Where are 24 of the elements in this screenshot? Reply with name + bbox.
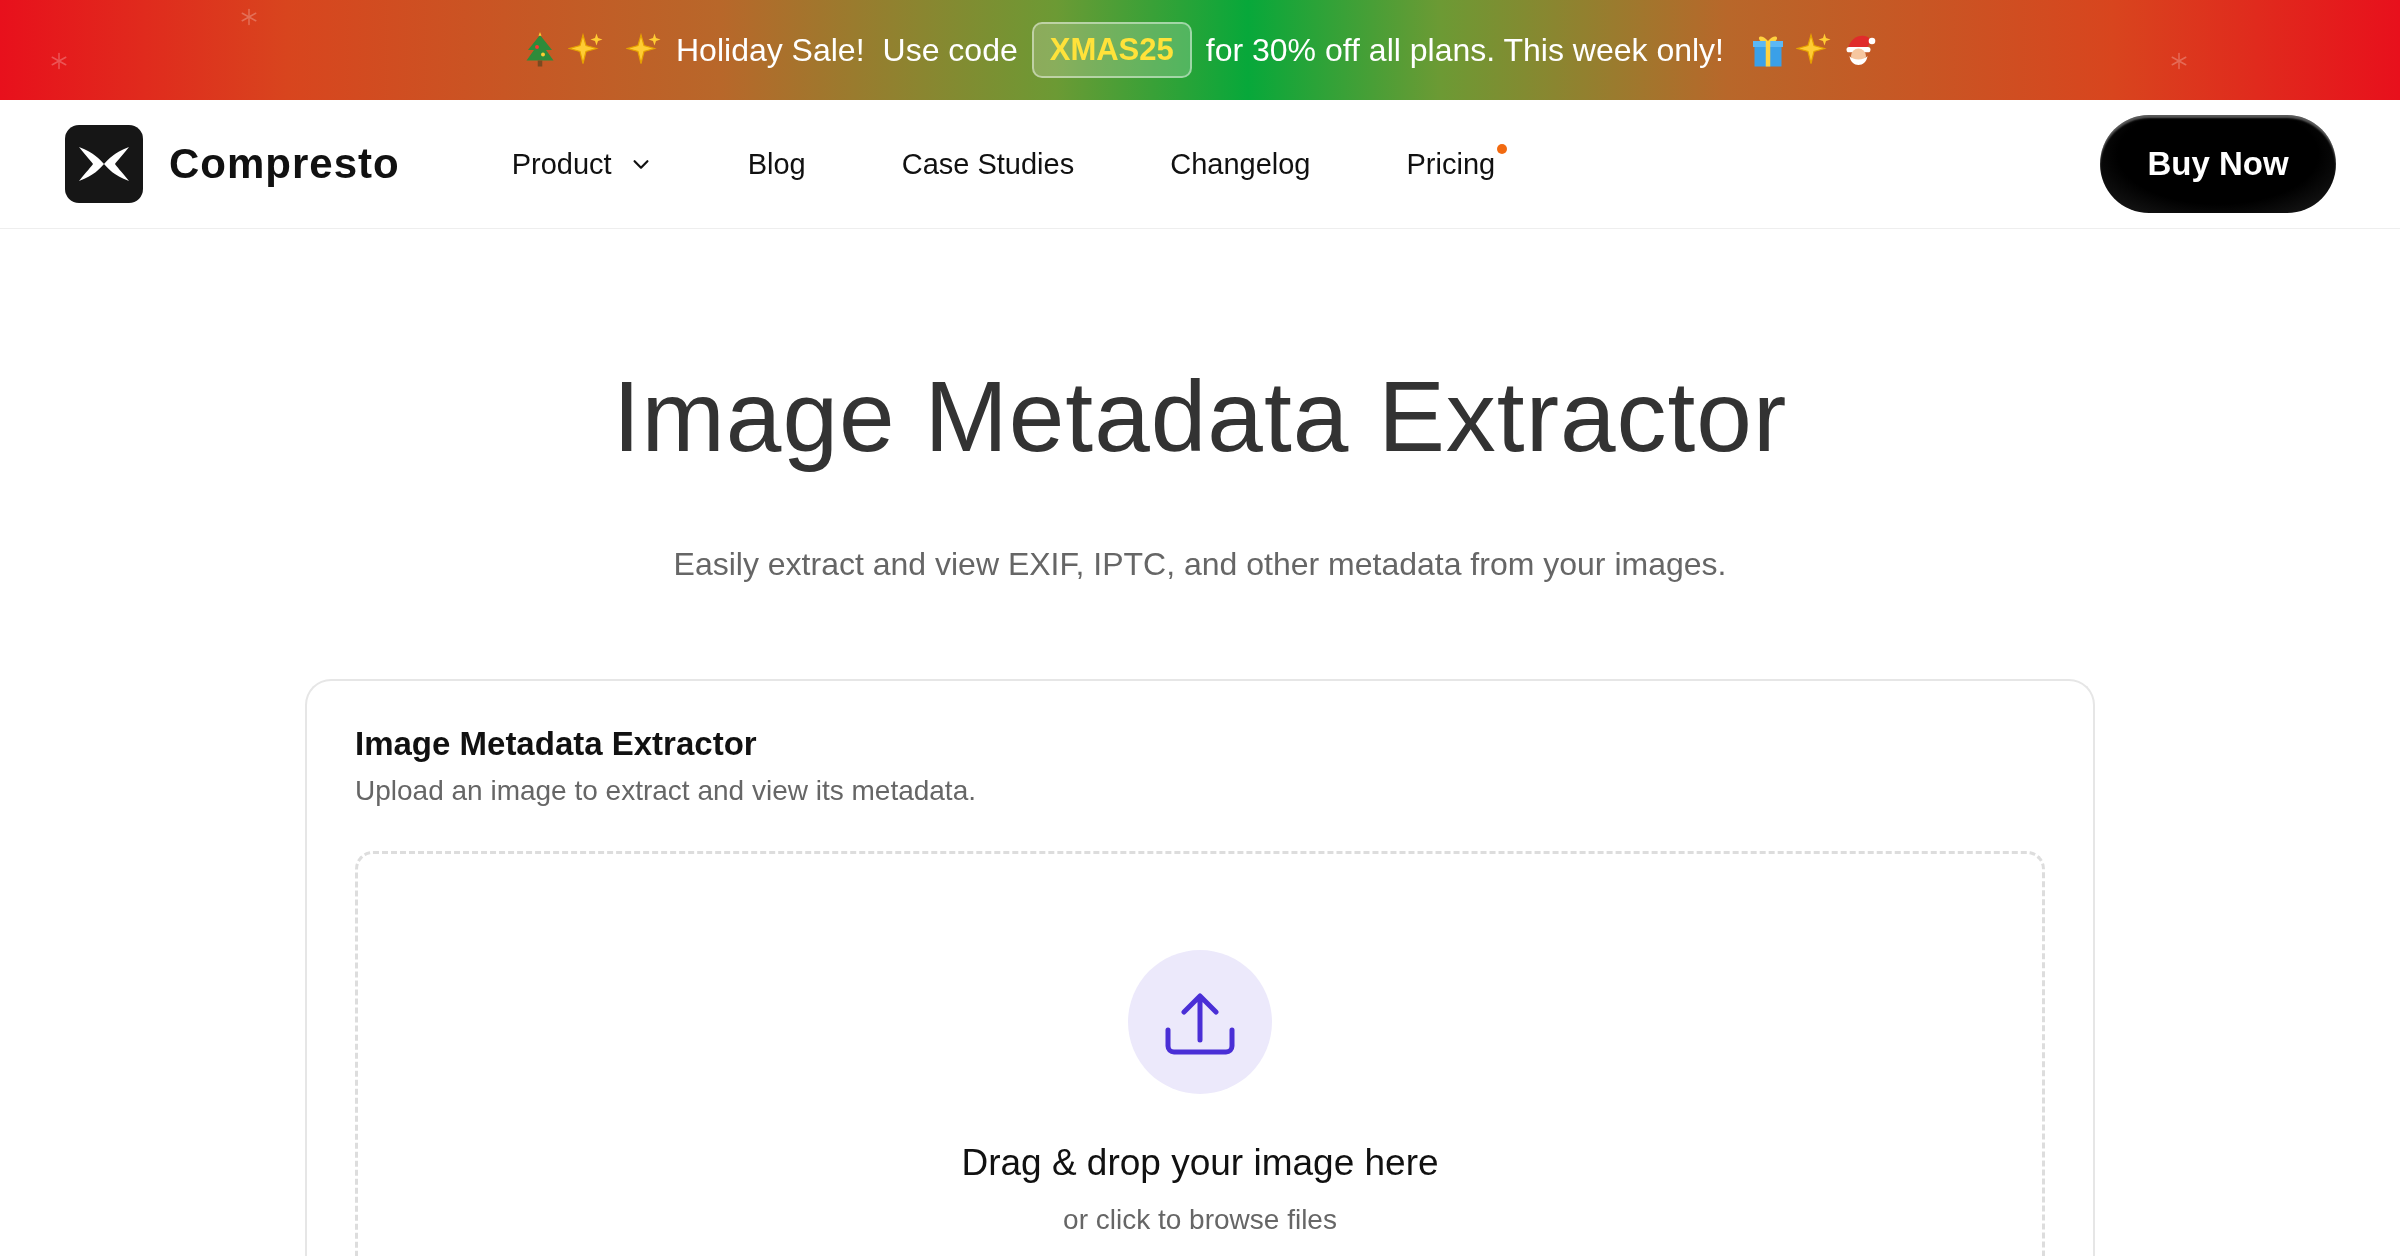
sale-headline: Holiday Sale!: [676, 31, 865, 69]
buy-now-button[interactable]: Buy Now: [2100, 115, 2336, 213]
nav-link[interactable]: Pricing: [1406, 147, 1508, 181]
page-subtitle: Easily extract and view EXIF, IPTC, and other metadata from your images.: [673, 546, 1727, 583]
card-description: Upload an image to extract and view its metadata.: [355, 775, 977, 807]
snowflake-icon: [50, 52, 68, 70]
brand-name: Compresto: [169, 140, 400, 188]
nav-link[interactable]: Product: [511, 147, 652, 181]
card-title: Image Metadata Extractor: [355, 725, 758, 763]
notification-dot: [1497, 143, 1508, 154]
promo-text: Use code: [882, 31, 1018, 69]
page-title: Image Metadata Extractor: [612, 359, 1788, 474]
dropzone-title: Drag & drop your image here: [961, 1142, 1439, 1184]
nav-link[interactable]: Changelog: [1170, 147, 1311, 181]
logo-icon: [65, 125, 143, 203]
upload-dropzone[interactable]: Drag & drop your image here or click to browse files: [355, 851, 2045, 1256]
snowflake-icon: [240, 8, 258, 26]
promo-code: XMAS25: [1031, 22, 1192, 78]
upload-icon: [1128, 950, 1272, 1094]
nav-link[interactable]: Case Studies: [901, 147, 1075, 181]
dropzone-hint: or click to browse files: [1063, 1204, 1337, 1236]
snowflake-icon: [2170, 52, 2188, 70]
nav-link[interactable]: Blog: [747, 147, 806, 181]
promo-text: for 30% off all plans. This week only!: [1205, 31, 1724, 69]
